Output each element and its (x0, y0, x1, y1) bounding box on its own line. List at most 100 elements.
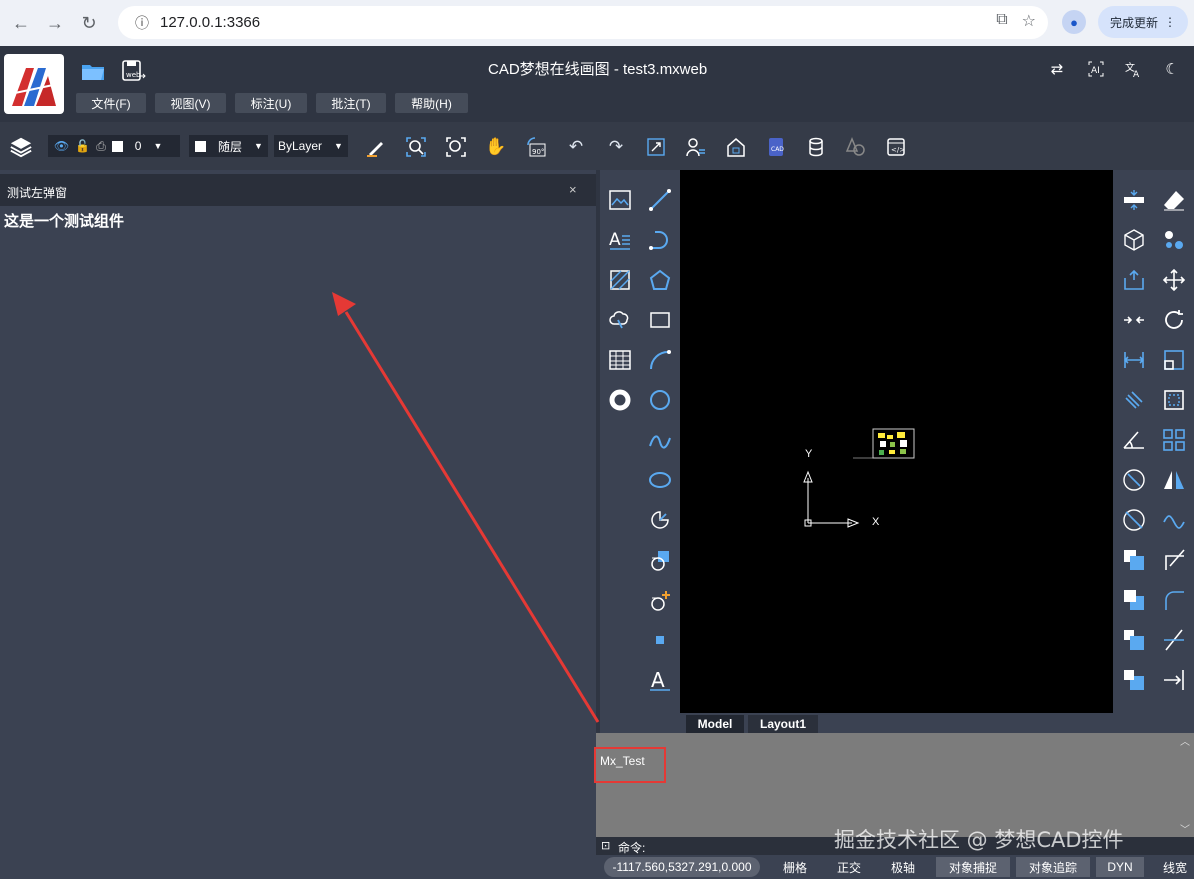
multiline-text-icon[interactable]: A (608, 228, 632, 252)
menu-dimension[interactable]: 标注(U) (235, 93, 307, 113)
block-insert-icon[interactable] (648, 588, 672, 612)
hatch-icon[interactable] (608, 268, 632, 292)
linear-dimension-icon[interactable] (1122, 348, 1146, 372)
diameter-dimension-icon[interactable] (1122, 508, 1146, 532)
rotate-icon[interactable] (1162, 308, 1186, 332)
menu-file[interactable]: 文件(F) (76, 93, 146, 113)
angular-dimension-icon[interactable] (1122, 428, 1146, 452)
revision-cloud-icon[interactable] (608, 308, 632, 332)
zoom-window-icon[interactable] (404, 135, 428, 159)
undo-icon[interactable]: ↶ (564, 135, 588, 159)
point-icon[interactable] (648, 628, 672, 652)
close-icon[interactable]: × (569, 182, 577, 197)
pan-hand-icon[interactable]: ✋ (484, 135, 508, 159)
arc-icon[interactable] (648, 348, 672, 372)
table-icon[interactable] (608, 348, 632, 372)
elliptical-arc-icon[interactable] (648, 508, 672, 532)
explode-icon[interactable] (1162, 388, 1186, 412)
bring-front-icon[interactable] (1122, 548, 1146, 572)
extend-icon[interactable] (1162, 668, 1186, 692)
polygon-icon[interactable] (648, 268, 672, 292)
insert-image-icon[interactable] (608, 188, 632, 212)
cad-file-icon[interactable]: CAD (764, 135, 788, 159)
home-block-icon[interactable] (724, 135, 748, 159)
user-list-icon[interactable] (684, 135, 708, 159)
layer-lock-icon[interactable]: 🔓 (75, 139, 90, 153)
dark-mode-icon[interactable]: ☾ (1161, 60, 1183, 78)
bring-above-icon[interactable] (1122, 628, 1146, 652)
stretch-icon[interactable] (1162, 508, 1186, 532)
spline-icon[interactable] (648, 428, 672, 452)
layers-icon[interactable] (9, 135, 33, 159)
status-grid[interactable]: 栅格 (779, 857, 811, 877)
site-info-icon[interactable]: ⓘ (128, 13, 156, 33)
layer-print-icon[interactable]: ⎙ (96, 139, 106, 154)
break-icon[interactable] (1122, 188, 1146, 212)
address-bar[interactable]: ⓘ 127.0.0.1:3366 ⧉ ☆ (118, 6, 1048, 39)
circle-icon[interactable] (648, 388, 672, 412)
menu-help[interactable]: 帮助(H) (395, 93, 468, 113)
move-icon[interactable] (1162, 268, 1186, 292)
redo-icon[interactable]: ↷ (604, 135, 628, 159)
save-web-icon[interactable]: web (120, 58, 146, 84)
status-polar[interactable]: 极轴 (887, 857, 919, 877)
ai-icon[interactable]: AI (1085, 60, 1107, 82)
layer-visible-icon[interactable]: 👁 (54, 139, 69, 153)
ellipse-icon[interactable] (648, 468, 672, 492)
send-under-icon[interactable] (1122, 668, 1146, 692)
tab-layout1[interactable]: Layout1 (748, 715, 818, 733)
menu-view[interactable]: 视图(V) (155, 93, 226, 113)
status-otrack[interactable]: 对象追踪 (1016, 857, 1090, 877)
linetype-dropdown-icon[interactable]: ▼ (334, 141, 343, 151)
menu-annotation[interactable]: 批注(T) (316, 93, 386, 113)
scroll-up-icon[interactable]: ︿ (1180, 733, 1190, 748)
send-back-icon[interactable] (1122, 588, 1146, 612)
shapes-icon[interactable] (844, 135, 868, 159)
copy-icon[interactable] (1122, 268, 1146, 292)
scale-icon[interactable] (1162, 348, 1186, 372)
status-dyn[interactable]: DYN (1096, 857, 1144, 877)
open-folder-icon[interactable] (80, 58, 106, 84)
color-dropdown-icon[interactable]: ▼ (254, 141, 263, 151)
linetype-select[interactable]: ByLayer ▼ (274, 135, 348, 157)
match-properties-icon[interactable] (364, 135, 388, 159)
join-icon[interactable] (1122, 308, 1146, 332)
drawing-canvas[interactable]: Y X (680, 170, 1113, 713)
3d-box-icon[interactable] (1122, 228, 1146, 252)
translate-language-icon[interactable]: 文A (1122, 60, 1144, 82)
fillet-icon[interactable] (1162, 588, 1186, 612)
browser-update-button[interactable]: 完成更新 ⋮ (1098, 6, 1188, 38)
donut-icon[interactable] (608, 388, 632, 412)
translate-icon[interactable]: ⧉ (996, 11, 1007, 31)
offset-icon[interactable] (1162, 628, 1186, 652)
back-icon[interactable]: ← (6, 8, 36, 38)
tab-model[interactable]: Model (686, 715, 744, 733)
bookmark-star-icon[interactable]: ☆ (1022, 11, 1036, 31)
single-text-icon[interactable]: A (648, 668, 672, 692)
forward-icon[interactable]: → (40, 8, 70, 38)
radius-dimension-icon[interactable] (1122, 468, 1146, 492)
profile-avatar-icon[interactable]: ● (1062, 10, 1086, 34)
url-text[interactable]: 127.0.0.1:3366 (160, 14, 260, 31)
group-objects-icon[interactable] (1162, 228, 1186, 252)
reload-icon[interactable]: ↻ (74, 8, 104, 38)
status-lineweight[interactable]: 线宽 (1158, 857, 1192, 877)
line-tool-icon[interactable] (648, 188, 672, 212)
color-select[interactable]: 随层 ▼ (189, 135, 268, 157)
rotate-90-icon[interactable]: 90° (524, 135, 548, 159)
rectangle-icon[interactable] (648, 308, 672, 332)
switch-icon[interactable]: ⇄ (1046, 60, 1068, 78)
zoom-extents-icon[interactable] (444, 135, 468, 159)
fullscreen-icon[interactable] (644, 135, 668, 159)
layer-select[interactable]: 👁 🔓 ⎙ 0 ▼ (48, 135, 180, 157)
array-icon[interactable] (1162, 428, 1186, 452)
block-define-icon[interactable] (648, 548, 672, 572)
polyline-arc-icon[interactable] (648, 228, 672, 252)
mirror-icon[interactable] (1162, 468, 1186, 492)
layer-dropdown-icon[interactable]: ▼ (153, 141, 162, 151)
erase-icon[interactable] (1162, 188, 1186, 212)
database-icon[interactable] (804, 135, 828, 159)
command-history[interactable]: Mx_Test ︿ ﹀ (594, 733, 1194, 837)
code-editor-icon[interactable]: </> (884, 135, 908, 159)
status-osnap[interactable]: 对象捕捉 (936, 857, 1010, 877)
